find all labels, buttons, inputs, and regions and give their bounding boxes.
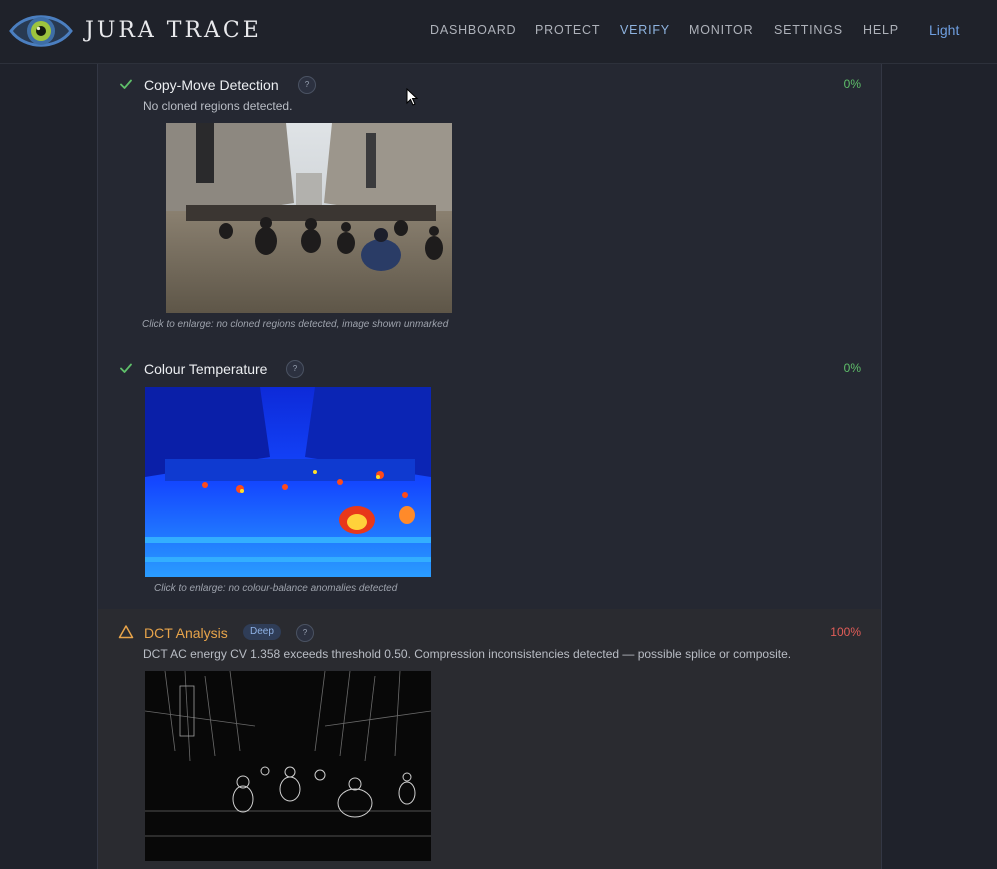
check-percent: 100%: [830, 625, 861, 639]
check-dct-analysis: DCT Analysis Deep ? 100% DCT AC energy C…: [98, 609, 881, 869]
brand-name[interactable]: JURA TRACE: [85, 18, 262, 43]
nav-monitor[interactable]: MONITOR: [689, 23, 753, 37]
check-description: DCT AC energy CV 1.358 exceeds threshold…: [143, 647, 792, 661]
check-title: DCT Analysis: [144, 625, 228, 641]
mouse-cursor-icon: [406, 88, 419, 106]
check-title: Copy-Move Detection: [144, 77, 279, 93]
image-caption: Click to enlarge: no cloned regions dete…: [142, 319, 449, 330]
check-title: Colour Temperature: [144, 361, 268, 377]
theme-toggle[interactable]: Light: [929, 22, 959, 38]
eye-logo-icon[interactable]: [9, 10, 73, 52]
check-percent: 0%: [843, 77, 861, 91]
colour-temperature-heatmap[interactable]: [145, 387, 431, 577]
nav-help[interactable]: HELP: [863, 23, 899, 37]
check-description: No cloned regions detected.: [143, 99, 293, 113]
warning-triangle-icon: [118, 625, 134, 639]
nav-protect[interactable]: PROTECT: [535, 23, 600, 37]
nav-dashboard[interactable]: DASHBOARD: [430, 23, 516, 37]
verification-results-panel: Copy-Move Detection ? 0% No cloned regio…: [97, 64, 882, 869]
nav-verify[interactable]: VERIFY: [620, 23, 670, 37]
help-button[interactable]: ?: [298, 76, 316, 94]
check-copy-move: Copy-Move Detection ? 0% No cloned regio…: [98, 64, 881, 344]
check-icon: [120, 363, 132, 373]
check-icon: [120, 79, 132, 89]
dct-energy-map[interactable]: [145, 671, 431, 861]
mode-badge: Deep: [243, 624, 281, 640]
check-percent: 0%: [843, 361, 861, 375]
check-colour-temperature: Colour Temperature ? 0% Click to enlarge…: [98, 349, 881, 609]
top-navigation-bar: JURA TRACE DASHBOARD PROTECT VERIFY MONI…: [0, 0, 997, 64]
nav-settings[interactable]: SETTINGS: [774, 23, 843, 37]
help-button[interactable]: ?: [296, 624, 314, 642]
help-button[interactable]: ?: [286, 360, 304, 378]
image-caption: Click to enlarge: no colour-balance anom…: [154, 583, 398, 594]
flood-street-image[interactable]: [166, 123, 452, 313]
